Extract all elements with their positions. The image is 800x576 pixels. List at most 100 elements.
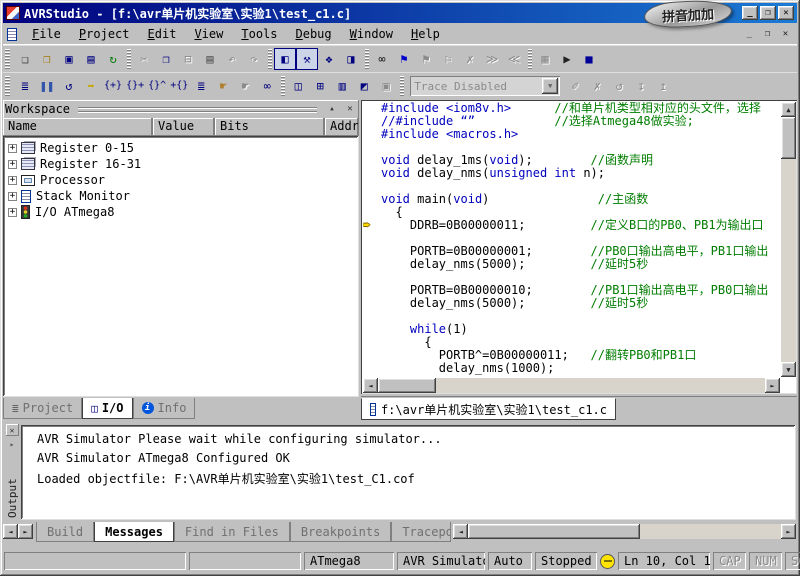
step-into-button[interactable]: {+}: [102, 75, 124, 97]
close-button[interactable]: ✕: [778, 6, 794, 20]
output-close-button[interactable]: ✕: [6, 424, 19, 436]
output-tab-build[interactable]: Build: [36, 522, 94, 542]
menu-view[interactable]: View: [185, 25, 232, 43]
minimize-button[interactable]: _: [742, 6, 758, 20]
column-header-bits[interactable]: Bits: [215, 118, 325, 136]
toggle-output-button[interactable]: ⚒: [296, 48, 318, 70]
menu-file[interactable]: File: [23, 25, 70, 43]
expand-icon[interactable]: +: [8, 160, 17, 169]
output-tab-tracepoints[interactable]: Tracepoints: [391, 522, 451, 542]
menu-help[interactable]: Help: [402, 25, 449, 43]
save-file-button[interactable]: ▣: [58, 48, 80, 70]
toggle-breakpoint-button[interactable]: ☛: [212, 75, 234, 97]
find-button[interactable]: ∞: [371, 48, 393, 70]
expand-icon[interactable]: +: [8, 208, 17, 217]
print-button[interactable]: ▤: [199, 48, 221, 70]
tree-item-register-16-31[interactable]: +Register 16-31: [5, 156, 357, 172]
menu-window[interactable]: Window: [341, 25, 402, 43]
mdi-close-button[interactable]: ✕: [778, 28, 793, 41]
file-tab[interactable]: f:\avr单片机实验室\实验1\test_c1.c: [361, 398, 616, 420]
menu-project[interactable]: Project: [70, 25, 139, 43]
tabs-scroll-right-button[interactable]: ►: [18, 524, 33, 539]
go-button[interactable]: ≣: [14, 75, 36, 97]
code-area[interactable]: #include <iom8v.h> //和单片机类型相对应的头文件，选择//#…: [363, 102, 780, 377]
scroll-down-button[interactable]: ▼: [781, 362, 796, 377]
workspace-tab-i-o[interactable]: ◫I/O: [82, 398, 132, 419]
tree-item-i-o-atmega8[interactable]: +I/O ATmega8: [5, 204, 357, 220]
scroll-left-button[interactable]: ◄: [363, 378, 378, 393]
horizontal-scroll-thumb[interactable]: [378, 378, 436, 393]
vertical-scroll-track[interactable]: [781, 159, 796, 362]
output-messages[interactable]: AVR Simulator Please wait while configur…: [21, 425, 796, 520]
stop-button[interactable]: ■: [578, 48, 600, 70]
tree-item-processor[interactable]: +Processor: [5, 172, 357, 188]
tab-label: Project: [23, 401, 74, 415]
step-over-button[interactable]: {}+: [124, 75, 146, 97]
step-out-button[interactable]: {}^: [146, 75, 168, 97]
output-scroll-thumb[interactable]: [468, 524, 640, 539]
vertical-scroll-thumb[interactable]: [781, 117, 796, 159]
mdi-minimize-button[interactable]: _: [742, 28, 757, 41]
editor-horizontal-scrollbar[interactable]: ◄ ►: [363, 378, 780, 393]
expand-icon[interactable]: +: [8, 192, 17, 201]
output-tab-breakpoints[interactable]: Breakpoints: [290, 522, 391, 542]
run-button[interactable]: ▶: [556, 48, 578, 70]
toolbar-separator: [525, 49, 534, 69]
toggle-workspace-button[interactable]: ◧: [274, 48, 296, 70]
mdi-restore-button[interactable]: ❐: [760, 28, 775, 41]
column-header-name[interactable]: Name: [3, 118, 153, 136]
mdi-child-icon[interactable]: [7, 28, 17, 41]
disassembler-window-button[interactable]: ◩: [353, 75, 375, 97]
menu-edit[interactable]: Edit: [139, 25, 186, 43]
quickwatch-button[interactable]: ∞: [256, 75, 278, 97]
output-scroll-left-button[interactable]: ◄: [453, 524, 468, 539]
toolbar-grip[interactable]: [5, 49, 10, 69]
expand-icon[interactable]: +: [8, 144, 17, 153]
open-file-button[interactable]: ❒: [36, 48, 58, 70]
output-tab-messages[interactable]: Messages: [94, 522, 174, 542]
memory-window-button[interactable]: ▥: [331, 75, 353, 97]
reset-button[interactable]: ↺: [58, 75, 80, 97]
scroll-right-button[interactable]: ►: [765, 378, 780, 393]
restore-button[interactable]: ❐: [760, 6, 776, 20]
horizontal-scroll-track[interactable]: [378, 378, 765, 393]
workspace-tree[interactable]: +Register 0-15+Register 16-31+Processor+…: [3, 136, 359, 397]
workspace-close-button[interactable]: ✕: [343, 103, 357, 116]
column-header-address[interactable]: Address: [325, 118, 359, 136]
autostep-button[interactable]: ≣: [190, 75, 212, 97]
toggle-bookmark-button[interactable]: ⚑: [393, 48, 415, 70]
workspace-tab-project[interactable]: ≣Project: [3, 398, 82, 419]
output-tab-find-in-files[interactable]: Find in Files: [174, 522, 290, 542]
output-menu-button[interactable]: ▸: [6, 438, 19, 450]
column-header-value[interactable]: Value: [153, 118, 215, 136]
tree-item-stack-monitor[interactable]: +Stack Monitor: [5, 188, 357, 204]
editor-vertical-scrollbar[interactable]: ▲ ▼: [781, 102, 796, 377]
tabs-scroll-left-button[interactable]: ◄: [3, 524, 18, 539]
cascade-windows-button[interactable]: ❖: [318, 48, 340, 70]
new-file-button[interactable]: ❏: [14, 48, 36, 70]
output-line: AVR Simulator Please wait while configur…: [37, 432, 790, 451]
run-to-cursor-button[interactable]: +{}: [168, 75, 190, 97]
save-all-button[interactable]: ▤: [80, 48, 102, 70]
workspace-drag-handle[interactable]: [78, 105, 317, 113]
scroll-up-button[interactable]: ▲: [781, 102, 796, 117]
workspace-collapse-button[interactable]: ▴: [325, 103, 339, 116]
toolbar-grip[interactable]: [5, 76, 10, 96]
code-line: delay_nms(1000);: [363, 362, 780, 375]
output-scroll-right-button[interactable]: ►: [781, 524, 796, 539]
output-horizontal-scrollbar[interactable]: [468, 524, 781, 539]
watch-window-button[interactable]: ◫: [287, 75, 309, 97]
expand-icon[interactable]: +: [8, 176, 17, 185]
reload-objectfile-button[interactable]: ↻: [102, 48, 124, 70]
workspace-tab-info[interactable]: iInfo: [133, 398, 196, 419]
print-icon: ▤: [206, 53, 213, 65]
tree-item-register-0-15[interactable]: +Register 0-15: [5, 140, 357, 156]
copy-button[interactable]: ❐: [155, 48, 177, 70]
show-next-statement-button[interactable]: ➡: [80, 75, 102, 97]
menu-debug[interactable]: Debug: [287, 25, 341, 43]
break-button[interactable]: ❚❚: [36, 75, 58, 97]
menu-tools[interactable]: Tools: [232, 25, 286, 43]
register-window-button[interactable]: ⊞: [309, 75, 331, 97]
find-in-files-results-button[interactable]: ◨: [340, 48, 362, 70]
tab-label: Info: [158, 401, 187, 415]
